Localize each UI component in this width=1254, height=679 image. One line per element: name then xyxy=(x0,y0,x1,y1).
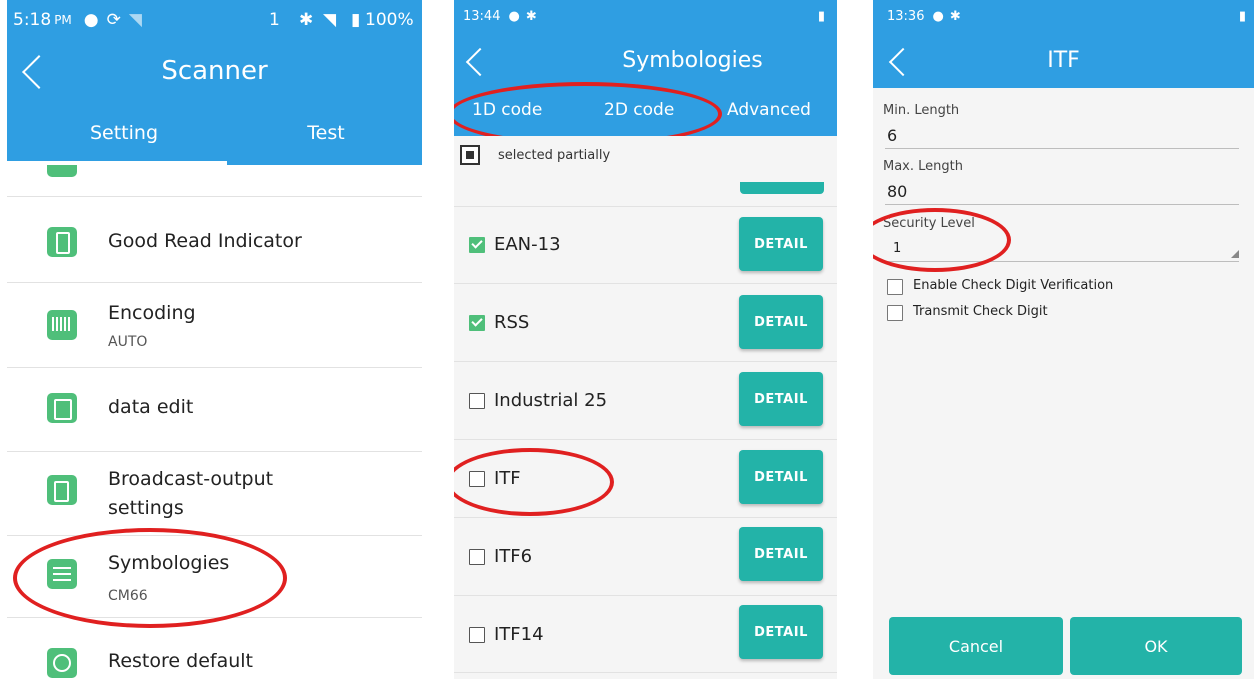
list-item: ITF14 DETAIL xyxy=(454,597,837,673)
select-all-checkbox[interactable] xyxy=(460,145,480,165)
settings-item-broadcast[interactable]: Broadcast-output settings xyxy=(7,453,422,533)
list-item: ITF6 DETAIL xyxy=(454,519,837,595)
sync-icon: ⟳ xyxy=(106,10,121,30)
partial-detail-button[interactable] xyxy=(740,182,824,194)
clock-icon xyxy=(47,648,77,678)
highlight-security-level xyxy=(873,208,1011,272)
edit-icon xyxy=(47,393,77,423)
settings-item-good-read[interactable]: Good Read Indicator xyxy=(7,200,422,280)
max-length-input[interactable]: 80 xyxy=(887,182,1237,201)
status-bar: 13:44 ● ✱ ▮ xyxy=(454,0,837,32)
page-title: Scanner xyxy=(161,56,268,86)
symbology-label: EAN-13 xyxy=(494,234,561,255)
selected-partially-label: selected partially xyxy=(498,148,611,163)
export-icon xyxy=(47,475,77,505)
itf14-checkbox[interactable] xyxy=(469,627,485,643)
tab-indicator xyxy=(7,161,227,165)
status-time: 13:44 xyxy=(463,8,501,24)
signal-icon: ◥ xyxy=(323,10,337,30)
max-length-label: Max. Length xyxy=(883,159,963,174)
settings-item-label: data edit xyxy=(108,396,194,418)
phone-sound-icon xyxy=(47,227,77,257)
detail-button[interactable]: DETAIL xyxy=(739,217,823,271)
status-time: 13:36 xyxy=(887,8,925,24)
gear-icon: ✱ xyxy=(949,8,961,24)
min-length-input[interactable]: 6 xyxy=(887,126,1237,145)
list-item: RSS DETAIL xyxy=(454,285,837,361)
status-time: 5:18 xyxy=(13,10,52,30)
tab-test[interactable]: Test xyxy=(261,122,391,144)
detail-button[interactable]: DETAIL xyxy=(739,372,823,426)
dropdown-arrow-icon xyxy=(1231,250,1239,258)
symbology-label: ITF6 xyxy=(494,546,533,567)
notification-icon: ● xyxy=(83,10,99,30)
sim-indicator: 1 xyxy=(269,10,280,30)
settings-item-label: Good Read Indicator xyxy=(108,230,302,252)
settings-item-label: Encoding xyxy=(108,302,196,324)
gear-icon: ✱ xyxy=(525,8,537,24)
transmit-check-digit-checkbox[interactable] xyxy=(887,305,903,321)
settings-item-label-line2: settings xyxy=(108,497,184,519)
min-length-label: Min. Length xyxy=(883,103,960,118)
settings-item-label: Broadcast-output xyxy=(108,468,274,490)
symbology-label: ITF14 xyxy=(494,624,544,645)
check-digit-verification-label: Enable Check Digit Verification xyxy=(913,278,1114,293)
itf6-checkbox[interactable] xyxy=(469,549,485,565)
check-digit-verification-checkbox[interactable] xyxy=(887,279,903,295)
detail-button[interactable]: DETAIL xyxy=(739,605,823,659)
status-ampm: PM xyxy=(54,13,72,27)
tab-setting[interactable]: Setting xyxy=(59,122,189,144)
detail-button[interactable]: DETAIL xyxy=(739,450,823,504)
settings-item-restore[interactable]: Restore default xyxy=(7,619,422,679)
settings-item-label: Restore default xyxy=(108,650,253,672)
detail-button[interactable]: DETAIL xyxy=(739,295,823,349)
tab-advanced[interactable]: Advanced xyxy=(727,100,811,120)
ok-button[interactable]: OK xyxy=(1070,617,1242,675)
ean13-checkbox[interactable] xyxy=(469,237,485,253)
industrial25-checkbox[interactable] xyxy=(469,393,485,409)
settings-item-encoding[interactable]: Encoding AUTO xyxy=(7,284,422,366)
detail-button[interactable]: DETAIL xyxy=(739,527,823,581)
partial-icon xyxy=(47,165,77,177)
list-item: Industrial 25 DETAIL xyxy=(454,363,837,439)
scanner-screen: 5:18 PM ● ⟳ ◥ 1 ✱ ◥ ▮ 100% Scanner Setti… xyxy=(7,0,422,679)
symbologies-screen: 13:44 ● ✱ ▮ Symbologies 1D code 2D code … xyxy=(454,0,837,679)
symbology-label: Industrial 25 xyxy=(494,390,608,411)
settings-item-data-edit[interactable]: data edit xyxy=(7,369,422,449)
list-item: EAN-13 DETAIL xyxy=(454,207,837,283)
page-title: ITF xyxy=(1047,48,1080,73)
wifi-icon: ◥ xyxy=(128,10,142,30)
itf-settings-screen: 13:36 ● ✱ ▮ ITF Min. Length 6 Max. Lengt… xyxy=(873,0,1254,679)
battery-level: 100% xyxy=(365,10,414,30)
settings-item-value: AUTO xyxy=(108,334,148,350)
barcode-icon xyxy=(47,310,77,340)
rss-checkbox[interactable] xyxy=(469,315,485,331)
symbology-label: RSS xyxy=(494,312,530,333)
notification-icon: ● xyxy=(508,8,520,24)
battery-icon: ▮ xyxy=(351,10,361,30)
battery-icon: ▮ xyxy=(817,8,825,24)
cancel-button[interactable]: Cancel xyxy=(889,617,1063,675)
status-bar: 5:18 PM ● ⟳ ◥ 1 ✱ ◥ ▮ 100% xyxy=(7,0,422,40)
status-bar: 13:36 ● ✱ ▮ xyxy=(873,0,1254,32)
notification-icon: ● xyxy=(932,8,944,24)
battery-icon: ▮ xyxy=(1238,8,1246,24)
bluetooth-icon: ✱ xyxy=(299,10,314,30)
page-title: Symbologies xyxy=(622,48,763,73)
highlight-symbologies xyxy=(13,528,287,628)
transmit-check-digit-label: Transmit Check Digit xyxy=(913,304,1048,319)
